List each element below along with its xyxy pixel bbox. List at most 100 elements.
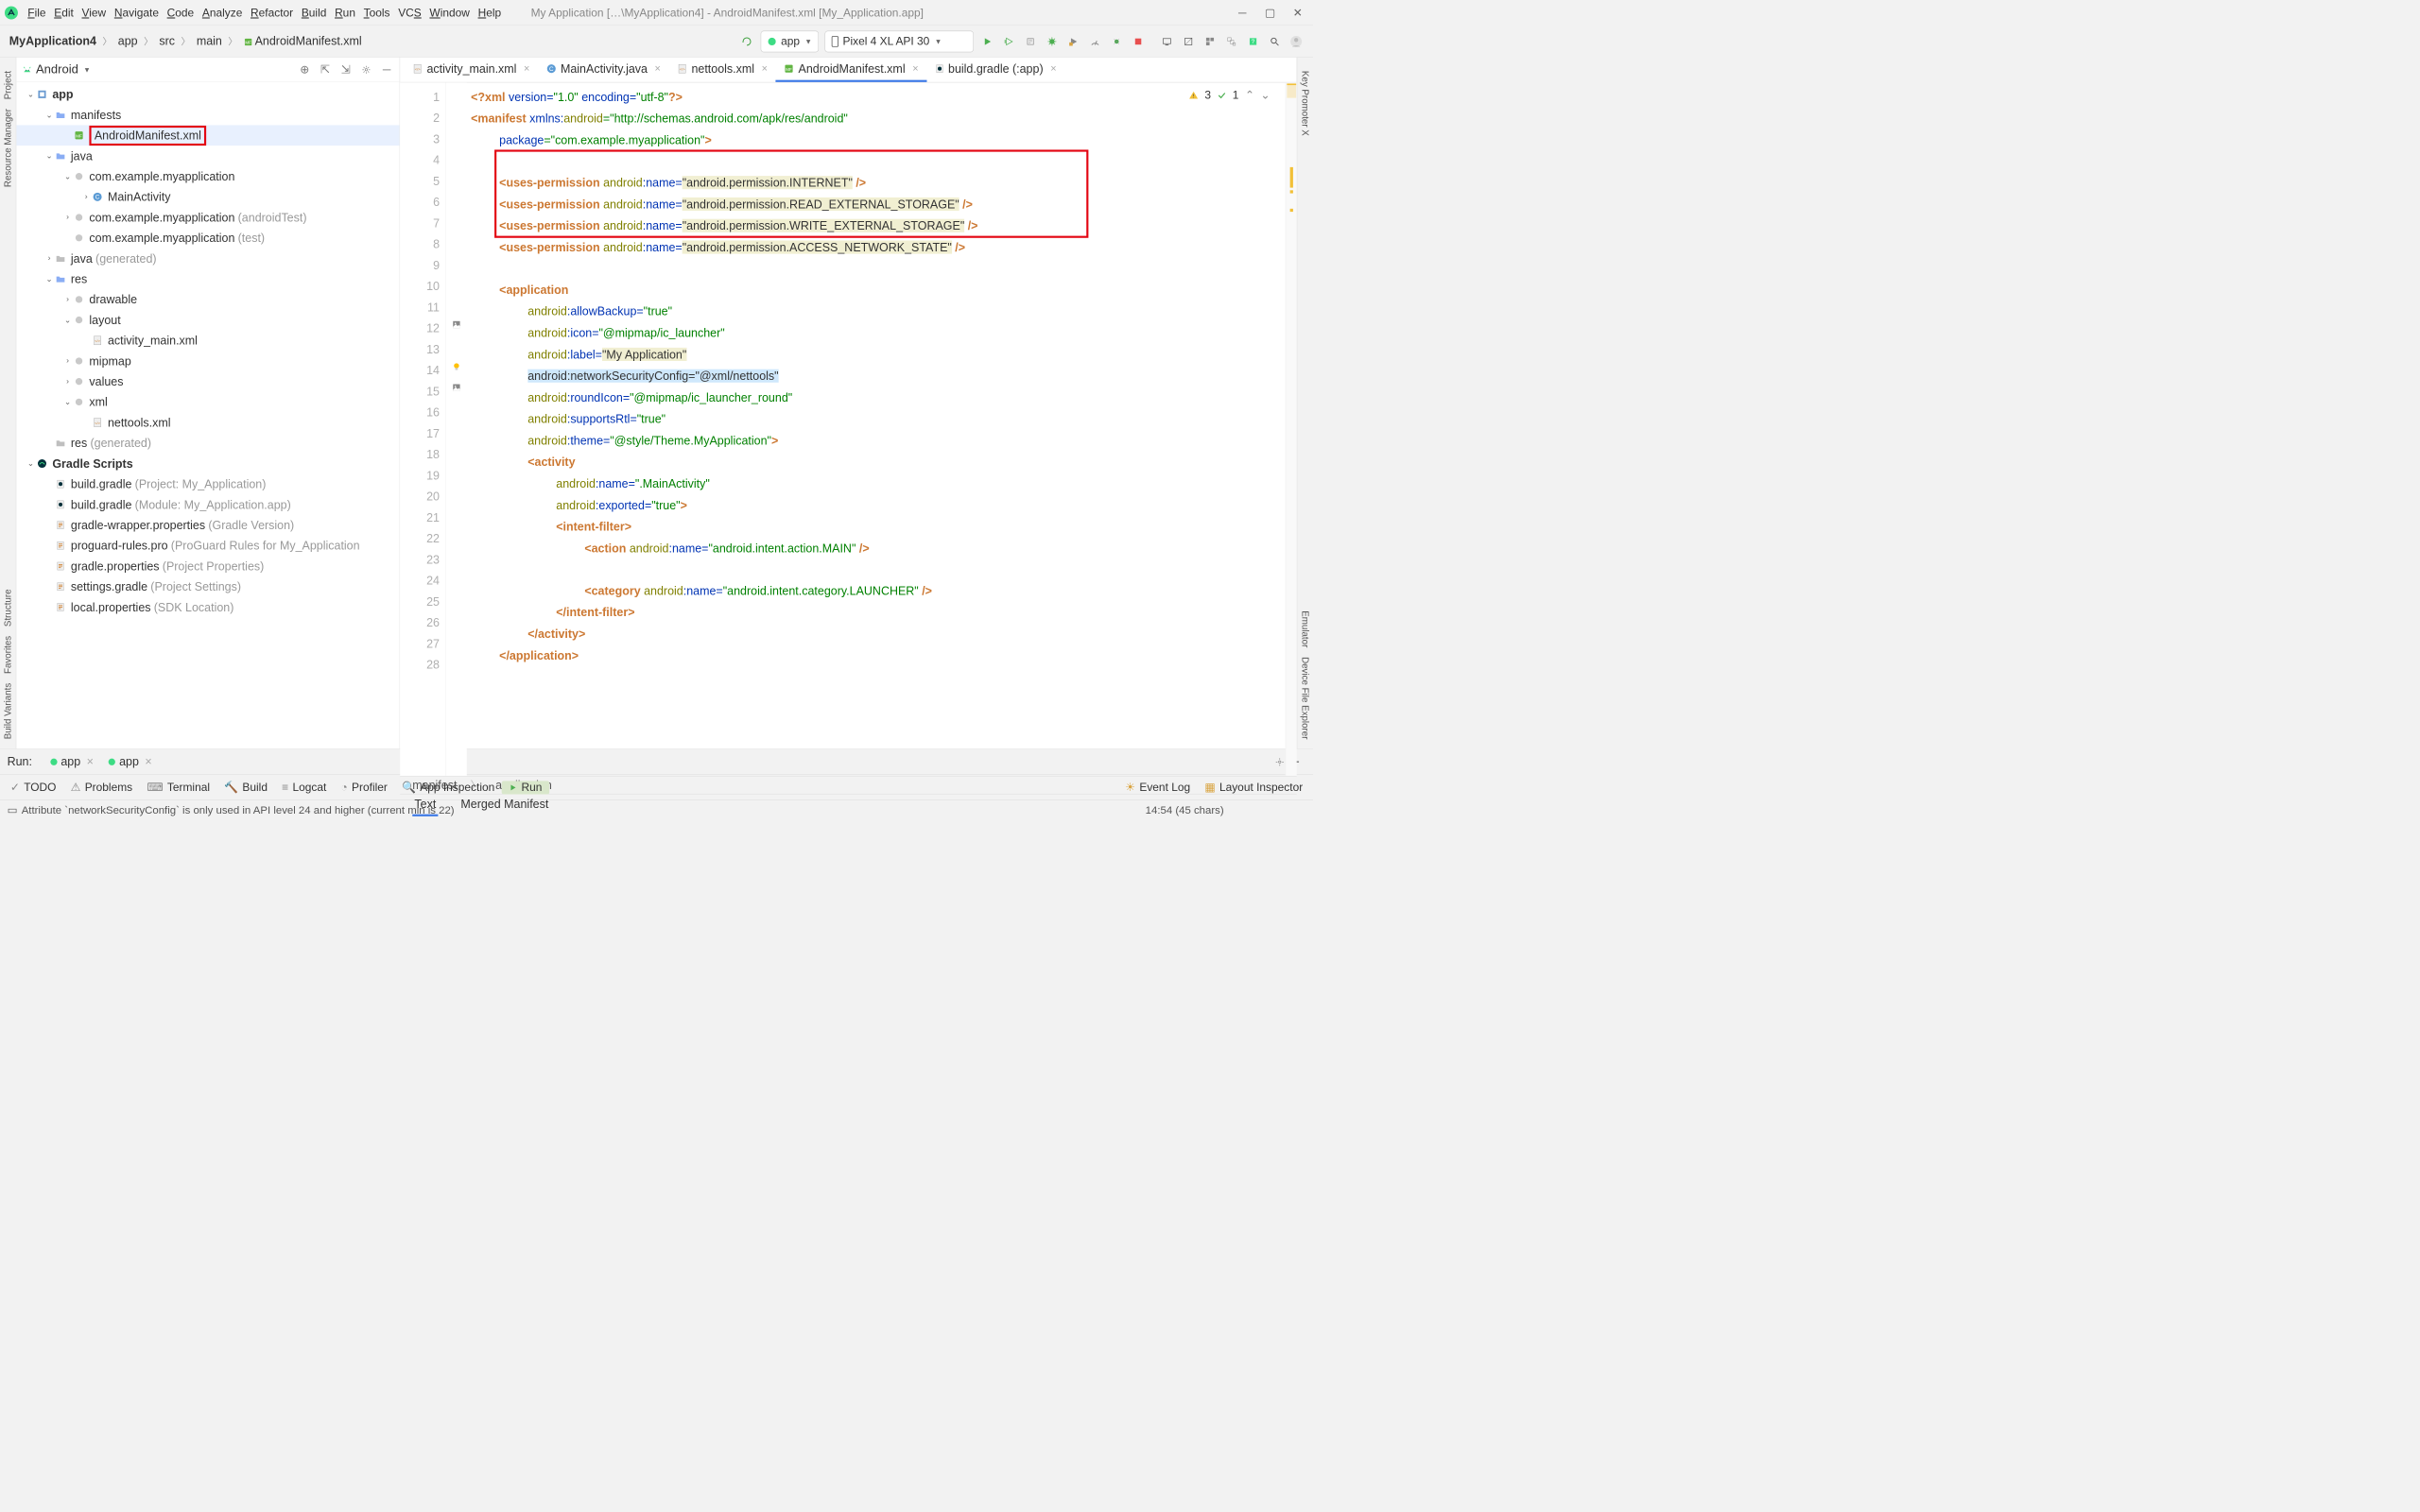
breadcrumb-0[interactable]: MyApplication4 bbox=[7, 33, 100, 50]
tree-item[interactable]: ›mipmap bbox=[16, 351, 399, 371]
close-tab-icon[interactable]: × bbox=[655, 62, 661, 74]
tree-item[interactable]: ⌄com.example.myapplication bbox=[16, 166, 399, 187]
search-icon[interactable] bbox=[1265, 31, 1286, 52]
run-tab[interactable]: app× bbox=[43, 755, 101, 769]
breadcrumb-4[interactable]: MFAndroidManifest.xml bbox=[240, 33, 365, 50]
close-tab-icon[interactable]: × bbox=[762, 62, 768, 74]
menu-refactor[interactable]: Refactor bbox=[247, 5, 298, 20]
bottom-app-inspection[interactable]: 🔍App Inspection bbox=[394, 781, 501, 794]
resource-manager-icon[interactable] bbox=[1200, 31, 1220, 52]
bottom-profiler[interactable]: ◔Profiler bbox=[334, 781, 395, 794]
collapse-all-icon[interactable]: ⇲ bbox=[338, 61, 354, 77]
expand-all-icon[interactable]: ⇱ bbox=[318, 61, 333, 77]
tree-item[interactable]: settings.gradle(Project Settings) bbox=[16, 576, 399, 597]
tree-item[interactable]: ›drawable bbox=[16, 289, 399, 310]
tree-item[interactable]: </>nettools.xml bbox=[16, 412, 399, 433]
inspection-widget[interactable]: ! 3 1 ⌃ ⌄ bbox=[1188, 85, 1270, 106]
menu-file[interactable]: File bbox=[24, 5, 50, 20]
rail-structure[interactable]: Structure bbox=[3, 590, 13, 627]
stop-button[interactable] bbox=[1128, 31, 1149, 52]
bottom-build[interactable]: 🔨Build bbox=[217, 781, 275, 794]
tree-item[interactable]: build.gradle(Module: My_Application.app) bbox=[16, 494, 399, 515]
debug-button[interactable] bbox=[1042, 31, 1063, 52]
close-tab-icon[interactable]: × bbox=[524, 62, 529, 74]
menu-code[interactable]: Code bbox=[163, 5, 198, 20]
bottom-todo[interactable]: ✓TODO bbox=[3, 781, 63, 794]
minimize-button[interactable]: ─ bbox=[1236, 7, 1249, 19]
tree-item[interactable]: build.gradle(Project: My_Application) bbox=[16, 473, 399, 494]
editor-tab[interactable]: build.gradle (:app)× bbox=[926, 58, 1064, 82]
tree-item[interactable]: ⌄layout bbox=[16, 310, 399, 331]
editor-tab[interactable]: CMainActivity.java× bbox=[538, 58, 669, 82]
project-tree[interactable]: ⌄app⌄manifestsMFAndroidManifest.xml⌄java… bbox=[16, 82, 399, 748]
rail-resource-manager[interactable]: Resource Manager bbox=[3, 109, 13, 187]
sync-gradle-icon[interactable] bbox=[736, 31, 757, 52]
maximize-button[interactable]: ▢ bbox=[1264, 7, 1276, 19]
menu-analyze[interactable]: Analyze bbox=[199, 5, 247, 20]
troubleshoot-icon[interactable]: ? bbox=[1243, 31, 1264, 52]
device-dropdown[interactable]: Pixel 4 XL API 30 ▼ bbox=[825, 30, 974, 52]
editor-tab[interactable]: </>nettools.xml× bbox=[669, 58, 776, 82]
attach-debugger-icon[interactable] bbox=[1106, 31, 1127, 52]
close-button[interactable]: ✕ bbox=[1291, 7, 1304, 19]
tree-item[interactable]: com.example.myapplication(test) bbox=[16, 228, 399, 249]
tree-item[interactable]: gradle-wrapper.properties(Gradle Version… bbox=[16, 515, 399, 536]
run-config-dropdown[interactable]: app ▼ bbox=[761, 30, 819, 52]
tree-item[interactable]: ⌄res bbox=[16, 268, 399, 289]
tree-item[interactable]: ›com.example.myapplication(androidTest) bbox=[16, 207, 399, 228]
sdk-manager-icon[interactable] bbox=[1178, 31, 1199, 52]
menu-window[interactable]: Window bbox=[425, 5, 474, 20]
chevron-up-icon[interactable]: ⌃ bbox=[1245, 85, 1254, 106]
tree-item[interactable]: </>activity_main.xml bbox=[16, 330, 399, 351]
breadcrumb-3[interactable]: main bbox=[194, 33, 226, 50]
editor-tab[interactable]: MFAndroidManifest.xml× bbox=[776, 58, 927, 82]
context-info-icon[interactable]: ▭ bbox=[8, 804, 18, 817]
rail-favorites[interactable]: Favorites bbox=[3, 636, 13, 674]
tree-item[interactable]: MFAndroidManifest.xml bbox=[16, 125, 399, 146]
tab-merged-manifest[interactable]: Merged Manifest bbox=[458, 794, 550, 816]
gear-icon[interactable] bbox=[358, 61, 373, 77]
avd-manager-icon[interactable] bbox=[1157, 31, 1178, 52]
rail-device-file-explorer[interactable]: Device File Explorer bbox=[1300, 657, 1310, 739]
tree-item[interactable]: ⌄Gradle Scripts bbox=[16, 454, 399, 474]
breadcrumb-2[interactable]: src bbox=[156, 33, 178, 50]
code-scrollmap[interactable] bbox=[1286, 82, 1297, 776]
profile-icon[interactable] bbox=[1085, 31, 1106, 52]
tree-item[interactable]: ›values bbox=[16, 371, 399, 392]
tree-item[interactable]: ⌄manifests bbox=[16, 105, 399, 126]
tree-item[interactable]: ›CMainActivity bbox=[16, 187, 399, 208]
tree-item[interactable]: gradle.properties(Project Properties) bbox=[16, 556, 399, 576]
tree-item[interactable]: proguard-rules.pro(ProGuard Rules for My… bbox=[16, 535, 399, 556]
user-icon[interactable] bbox=[1286, 31, 1306, 52]
hide-panel-icon[interactable]: ─ bbox=[379, 61, 394, 77]
bottom-terminal[interactable]: ⌨Terminal bbox=[140, 781, 217, 794]
locate-icon[interactable]: ⊕ bbox=[297, 61, 312, 77]
tree-item[interactable]: ›java(generated) bbox=[16, 249, 399, 269]
rail-key-promoter-x[interactable]: Key Promoter X bbox=[1300, 71, 1310, 136]
close-tab-icon[interactable]: × bbox=[912, 62, 918, 74]
layout-inspector-icon[interactable] bbox=[1221, 31, 1242, 52]
bottom-event-log[interactable]: ☀Event Log bbox=[1118, 781, 1198, 794]
menu-view[interactable]: View bbox=[78, 5, 110, 20]
menu-navigate[interactable]: Navigate bbox=[110, 5, 163, 20]
editor-tab[interactable]: </>activity_main.xml× bbox=[405, 58, 539, 82]
coverage-icon[interactable] bbox=[1063, 31, 1084, 52]
close-tab-icon[interactable]: × bbox=[1050, 62, 1056, 74]
tree-item[interactable]: ⌄xml bbox=[16, 392, 399, 413]
menu-run[interactable]: Run bbox=[331, 5, 360, 20]
rail-emulator[interactable]: Emulator bbox=[1300, 610, 1310, 647]
bottom-run[interactable]: Run bbox=[502, 781, 549, 794]
run-button[interactable] bbox=[977, 31, 998, 52]
breadcrumb-1[interactable]: app bbox=[115, 33, 141, 50]
rail-project[interactable]: Project bbox=[3, 71, 13, 99]
rail-build-variants[interactable]: Build Variants bbox=[3, 683, 13, 740]
bottom-problems[interactable]: ⚠Problems bbox=[63, 781, 140, 794]
code-editor[interactable]: <?xml version="1.0" encoding="utf-8"?> <… bbox=[467, 82, 1286, 776]
tree-item[interactable]: ⌄java bbox=[16, 146, 399, 166]
project-view-selector[interactable]: Android ▼ bbox=[22, 62, 91, 77]
tree-item[interactable]: res(generated) bbox=[16, 433, 399, 454]
menu-edit[interactable]: Edit bbox=[50, 5, 78, 20]
chevron-down-icon[interactable]: ⌄ bbox=[1260, 85, 1270, 106]
menu-build[interactable]: Build bbox=[297, 5, 330, 20]
apply-code-changes-icon[interactable] bbox=[1020, 31, 1041, 52]
